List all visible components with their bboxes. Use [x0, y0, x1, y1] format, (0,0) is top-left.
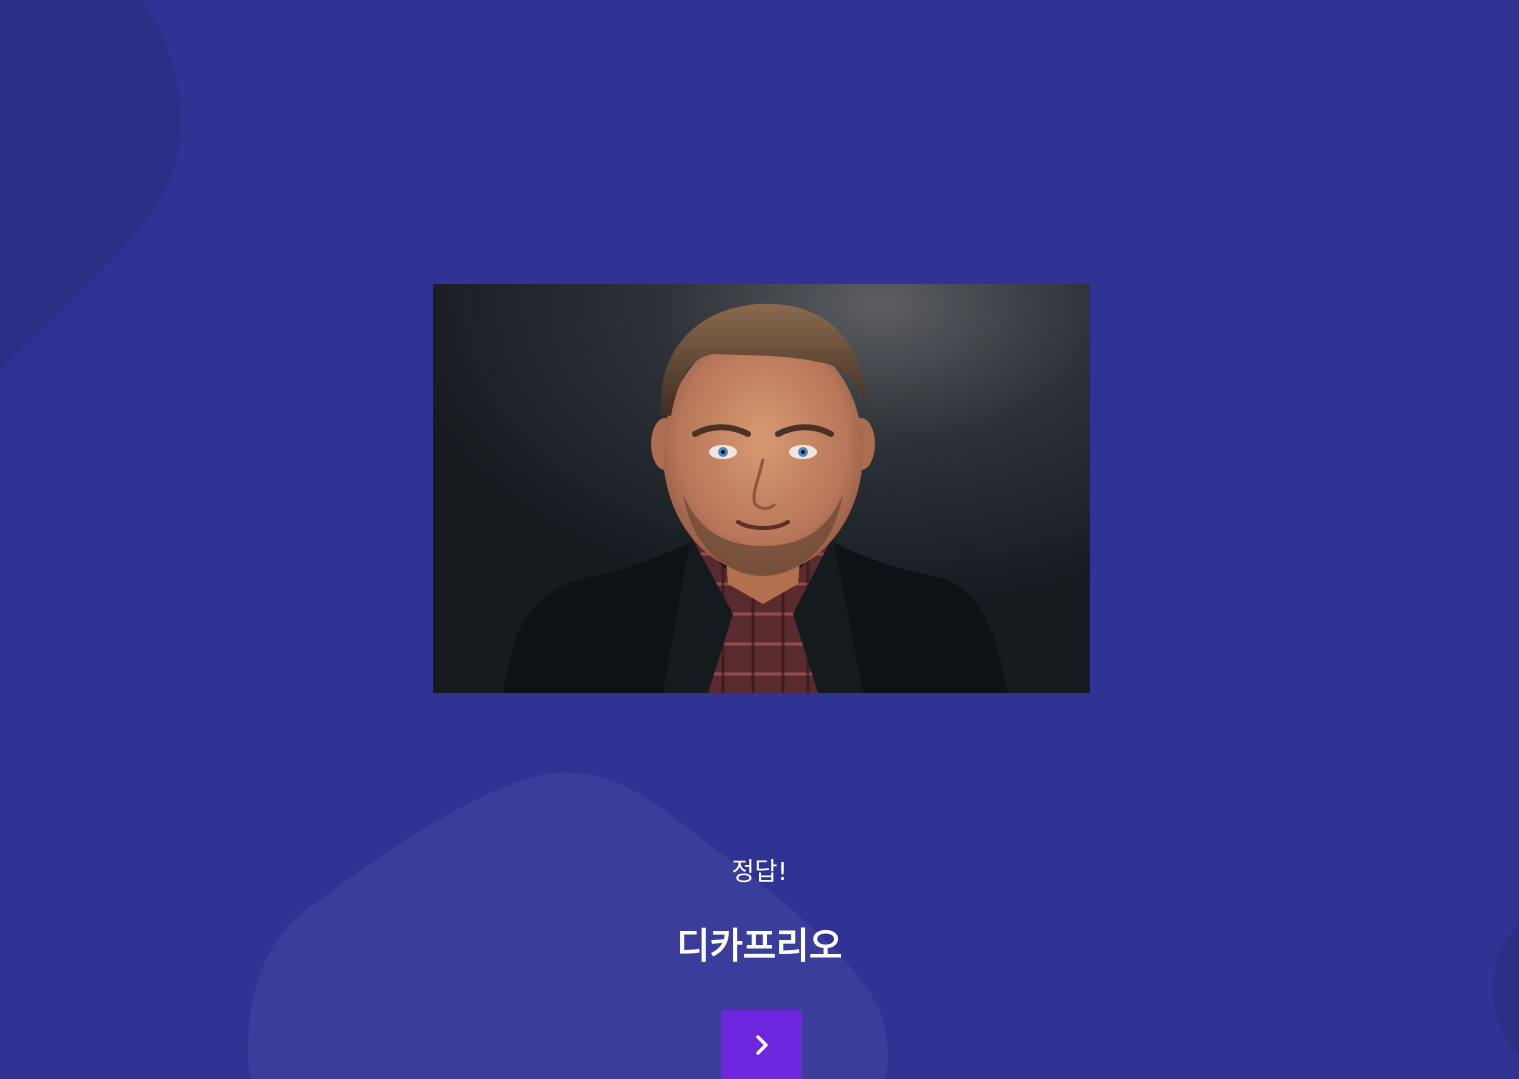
- chevron-right-icon: [755, 1034, 768, 1055]
- next-button[interactable]: [721, 1010, 802, 1079]
- answer-name: 디카프리오: [676, 926, 843, 967]
- top-left-blob: [0, 0, 182, 370]
- portrait-illustration: [433, 284, 1090, 693]
- quiz-photo: [433, 284, 1090, 693]
- result-label: 정답!: [731, 857, 788, 886]
